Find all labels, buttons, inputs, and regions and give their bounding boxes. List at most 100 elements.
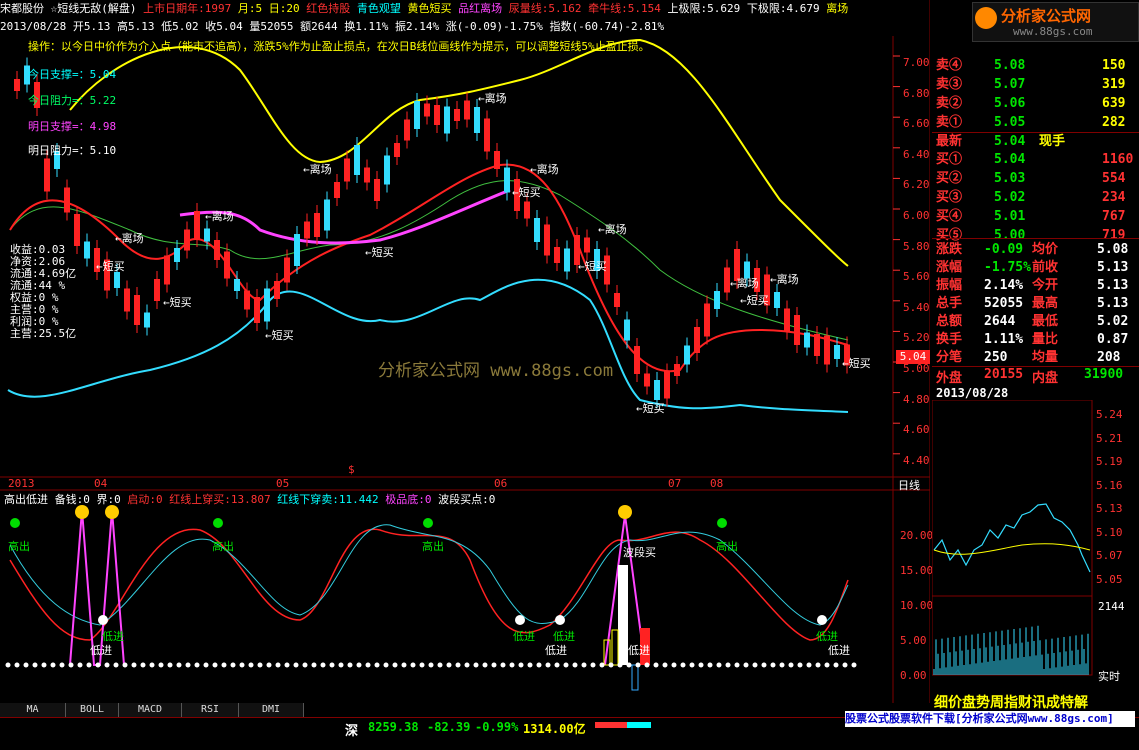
latest-label: 最新 xyxy=(936,134,963,149)
stat-key: 分笔 xyxy=(936,350,963,365)
mini-tick: 5.21 xyxy=(1096,431,1123,445)
buy-price: 5.02 xyxy=(994,190,1026,205)
tab-rsi[interactable]: RSI xyxy=(182,703,239,717)
stat-value: 2.14% xyxy=(984,278,1024,293)
price-tick: 5.40 xyxy=(903,300,930,314)
zero-dot xyxy=(797,662,803,668)
stat-value: 5.13 xyxy=(1097,296,1129,311)
buy-label: 买② xyxy=(936,171,963,186)
realtime-label[interactable]: 实时 xyxy=(1098,668,1120,684)
exit-label: ←离场 xyxy=(598,223,627,236)
price-tick: 6.20 xyxy=(903,178,930,192)
mini-volume-bars xyxy=(933,625,1089,675)
sub-green-dot-2 xyxy=(213,518,223,528)
sub-green-dot-4 xyxy=(717,518,727,528)
sell-label: 卖④ xyxy=(936,58,963,73)
short-buy-label: ←短买 xyxy=(163,296,192,309)
sub-axis: 20.00 15.00 10.00 5.00 0.00 xyxy=(900,518,933,693)
zero-dot xyxy=(203,662,209,668)
zero-dot xyxy=(131,662,137,668)
zero-dot xyxy=(446,662,452,668)
stat-value: 2644 xyxy=(984,314,1016,329)
zero-dot xyxy=(491,662,497,668)
stat-row: 总手 52055 最高 5.13 xyxy=(932,294,1132,313)
latest-price: 5.04 xyxy=(994,134,1026,149)
stat-key: 总手 xyxy=(936,296,963,311)
index-pct: -0.99% xyxy=(475,720,519,734)
tab-ma[interactable]: MA xyxy=(0,703,66,717)
short-buy-label: ←短买 xyxy=(96,260,125,273)
sub-green-dot-3 xyxy=(423,518,433,528)
zero-dot xyxy=(383,662,389,668)
stat-value: 5.08 xyxy=(1097,242,1129,257)
exit-label: ←离场 xyxy=(770,273,799,286)
short-buy-label: ←短买 xyxy=(740,294,769,307)
time-label: 08 xyxy=(710,477,724,490)
zero-dot xyxy=(122,662,128,668)
zero-dot xyxy=(581,662,587,668)
tab-boll[interactable]: BOLL xyxy=(66,703,119,717)
stat-value: 250 xyxy=(984,350,1008,365)
logo-url: www.88gs.com xyxy=(1013,25,1093,38)
zero-dot xyxy=(32,662,38,668)
zero-dot xyxy=(851,662,857,668)
zero-dot xyxy=(536,662,542,668)
bottom-menu[interactable]: 细价盘势周指财讯成特解 xyxy=(934,692,1088,712)
zero-dot xyxy=(14,662,20,668)
stat-value: -1.75% xyxy=(984,260,1031,275)
stat-key: 前收 xyxy=(1032,260,1059,275)
short-buy-label: ←短买 xyxy=(636,402,665,415)
zero-dot xyxy=(698,662,704,668)
mini-tick: 5.19 xyxy=(1096,455,1123,468)
ad-banner[interactable]: 股票公式股票软件下载[分析家公式网www.88gs.com] xyxy=(845,711,1135,727)
sub-blue-bar xyxy=(631,664,639,691)
sub-red-up: 红线上穿买:13.807 xyxy=(169,493,271,506)
zero-dot xyxy=(113,662,119,668)
tab-macd[interactable]: MACD xyxy=(119,703,182,717)
period-selector[interactable]: 日线 xyxy=(898,477,920,493)
low-in-label: 低进 xyxy=(513,630,535,643)
zero-dot xyxy=(158,662,164,668)
logo-icon xyxy=(975,7,997,29)
zero-dot xyxy=(293,662,299,668)
zero-dot xyxy=(806,662,812,668)
index-change: -82.39 xyxy=(427,720,471,734)
zero-dot xyxy=(671,662,677,668)
sub-tick: 10.00 xyxy=(900,599,934,612)
zero-dot xyxy=(365,662,371,668)
zero-dot xyxy=(410,662,416,668)
sub-yellow-bar-2 xyxy=(611,629,619,666)
sub-wave-point: 波段买点:0 xyxy=(438,493,496,506)
stat-value: 1.11% xyxy=(984,332,1024,347)
smiley-icon xyxy=(105,505,119,519)
zero-dot xyxy=(572,662,578,668)
price-tick: 4.60 xyxy=(903,423,930,437)
zero-dot xyxy=(23,662,29,668)
zero-dot xyxy=(527,662,533,668)
zero-dot xyxy=(401,662,407,668)
exit-label: ←离场 xyxy=(478,92,507,105)
sub-red-down: 红线下穿卖:11.442 xyxy=(277,493,379,506)
sub-title[interactable]: 高出低进 xyxy=(4,493,48,506)
stat-key: 最低 xyxy=(1032,314,1059,329)
zero-dot xyxy=(95,662,101,668)
time-label: 04 xyxy=(94,477,108,490)
tomorrow-resist: 明日阻力=：5.10 xyxy=(28,144,117,157)
buy-volume: 554 xyxy=(1102,171,1126,186)
fund-main-revenue: 主营:25.5亿 xyxy=(10,327,77,340)
price-tick: 5.00 xyxy=(903,361,930,375)
mini-tick: 5.10 xyxy=(1096,525,1123,539)
sub-boundary: 界:0 xyxy=(96,493,121,506)
time-label: 06 xyxy=(494,477,508,490)
zero-dot xyxy=(86,662,92,668)
sub-bottom: 极品底:0 xyxy=(385,493,432,506)
today-support: 今日支撑=：5.04 xyxy=(28,68,117,81)
stat-key: 涨跌 xyxy=(936,242,963,257)
tab-dmi[interactable]: DMI xyxy=(239,703,304,717)
mini-axis: 5.24 5.21 5.19 5.16 5.13 5.10 5.07 5.05 xyxy=(1096,403,1123,591)
zero-dot xyxy=(230,662,236,668)
price-tick: 5.80 xyxy=(903,239,930,253)
sell-row: 卖③ 5.07 319 xyxy=(932,75,1132,94)
time-label: 2013 xyxy=(8,477,35,490)
zero-dot xyxy=(842,662,848,668)
